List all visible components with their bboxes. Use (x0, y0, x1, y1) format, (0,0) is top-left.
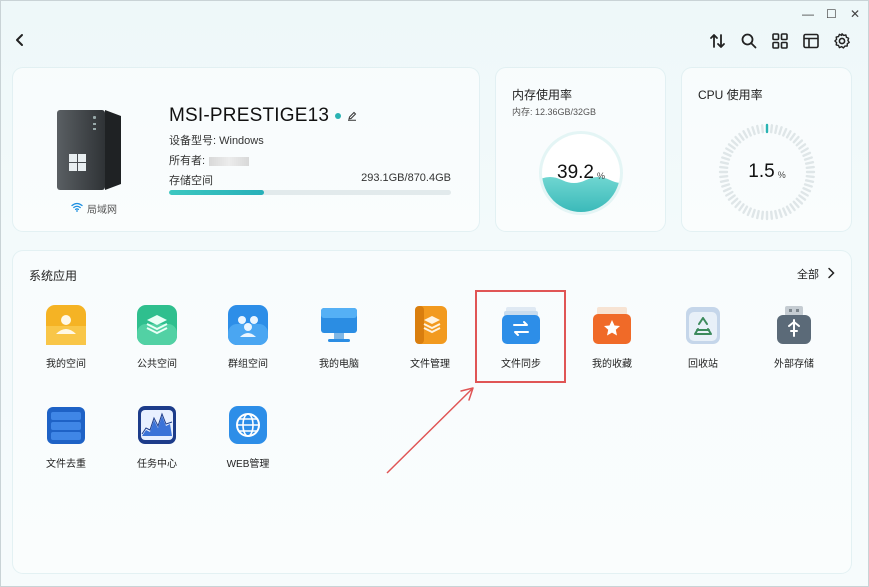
edit-icon[interactable] (347, 105, 357, 127)
app-label: 文件管理 (410, 359, 450, 370)
cpu-value: 1.5 (748, 161, 775, 182)
cpu-card: CPU 使用率 1.5% (682, 68, 851, 231)
file-sync-icon (500, 304, 542, 346)
app-file-dedup[interactable]: 文件去重 (26, 402, 106, 482)
storage-progress-fill (169, 190, 265, 195)
online-status-dot (335, 113, 342, 119)
search-icon[interactable] (739, 31, 759, 51)
app-label: WEB管理 (226, 459, 270, 470)
group-space-icon (227, 304, 269, 346)
app-window: — ☐ ✕ 局域网 MSI-PRESTIGE13 设备型号: Windows 所… (0, 0, 869, 587)
owner-label: 所有者: (169, 155, 206, 167)
maximize-button[interactable]: ☐ (826, 7, 837, 21)
network-status: 局域网 (71, 201, 117, 216)
app-label: 文件去重 (46, 459, 86, 470)
memory-unit: % (596, 170, 605, 181)
back-icon[interactable] (13, 31, 27, 49)
app-group-space[interactable]: 群组空间 (208, 302, 288, 382)
memory-gauge: 39.2% (538, 130, 624, 216)
memory-value-display: 39.2% (538, 130, 624, 216)
recycle-bin-icon (682, 304, 724, 346)
app-recycle-bin[interactable]: 回收站 (663, 302, 743, 382)
storage-progress-bar (169, 190, 451, 195)
minimize-button[interactable]: — (802, 7, 814, 21)
usb-drive-icon (773, 304, 815, 346)
memory-title: 内存使用率 (512, 88, 573, 102)
gear-icon[interactable] (832, 31, 852, 51)
owner-redacted (209, 156, 250, 166)
close-button[interactable]: ✕ (850, 7, 860, 21)
device-card: 局域网 MSI-PRESTIGE13 设备型号: Windows 所有者: 存储… (13, 68, 479, 231)
device-model: 设备型号: Windows (169, 135, 264, 147)
app-label: 外部存储 (774, 359, 814, 370)
app-my-space[interactable]: 我的空间 (26, 302, 106, 382)
memory-value: 39.2 (557, 162, 594, 183)
app-web-management[interactable]: WEB管理 (208, 402, 288, 482)
app-label: 我的收藏 (592, 359, 632, 370)
app-external-storage[interactable]: 外部存储 (754, 302, 834, 382)
app-label: 公共空间 (137, 359, 177, 370)
view-all-label: 全部 (797, 269, 819, 281)
grid-icon[interactable] (770, 31, 790, 51)
sort-icon[interactable] (708, 31, 728, 51)
cpu-value-display: 1.5% (717, 122, 817, 222)
memory-detail: 内存: 12.36GB/32GB (512, 107, 597, 117)
device-name-row: MSI-PRESTIGE13 (169, 105, 357, 127)
app-file-sync[interactable]: 文件同步 (481, 302, 561, 382)
computer-icon (318, 304, 360, 346)
favorites-icon (591, 304, 633, 346)
storage-value: 293.1GB/870.4GB (361, 172, 451, 184)
device-name: MSI-PRESTIGE13 (169, 105, 330, 126)
app-my-computer[interactable]: 我的电脑 (299, 302, 379, 382)
globe-icon (227, 404, 269, 446)
file-manager-icon (409, 304, 451, 346)
app-label: 任务中心 (137, 459, 177, 470)
toolbar (708, 31, 852, 51)
cpu-gauge: 1.5% (717, 122, 817, 222)
app-my-favorites[interactable]: 我的收藏 (572, 302, 652, 382)
app-file-manager[interactable]: 文件管理 (390, 302, 470, 382)
app-label: 文件同步 (501, 359, 541, 370)
storage-label: 存储空间 (169, 175, 213, 187)
my-space-icon (45, 304, 87, 346)
task-center-icon (136, 404, 178, 446)
storage-row: 存储空间 293.1GB/870.4GB (169, 172, 451, 188)
public-space-icon (136, 304, 178, 346)
pc-tower-icon (55, 106, 125, 196)
window-icon[interactable] (801, 31, 821, 51)
wifi-icon (71, 202, 83, 215)
apps-section-title: 系统应用 (29, 269, 78, 283)
app-label: 回收站 (688, 359, 718, 370)
memory-card: 内存使用率 内存: 12.36GB/32GB 39.2% (496, 68, 665, 231)
device-owner: 所有者: (169, 152, 250, 168)
app-label: 群组空间 (228, 359, 268, 370)
cpu-unit: % (777, 169, 786, 180)
app-task-center[interactable]: 任务中心 (117, 402, 197, 482)
app-public-space[interactable]: 公共空间 (117, 302, 197, 382)
window-controls: — ☐ ✕ (802, 7, 860, 21)
app-label: 我的电脑 (319, 359, 359, 370)
network-label: 局域网 (87, 205, 117, 216)
file-dedup-icon (45, 404, 87, 446)
cpu-title: CPU 使用率 (698, 88, 763, 102)
view-all-link[interactable]: 全部 (797, 266, 835, 282)
app-label: 我的空间 (46, 359, 86, 370)
chevron-right-icon (827, 267, 835, 282)
